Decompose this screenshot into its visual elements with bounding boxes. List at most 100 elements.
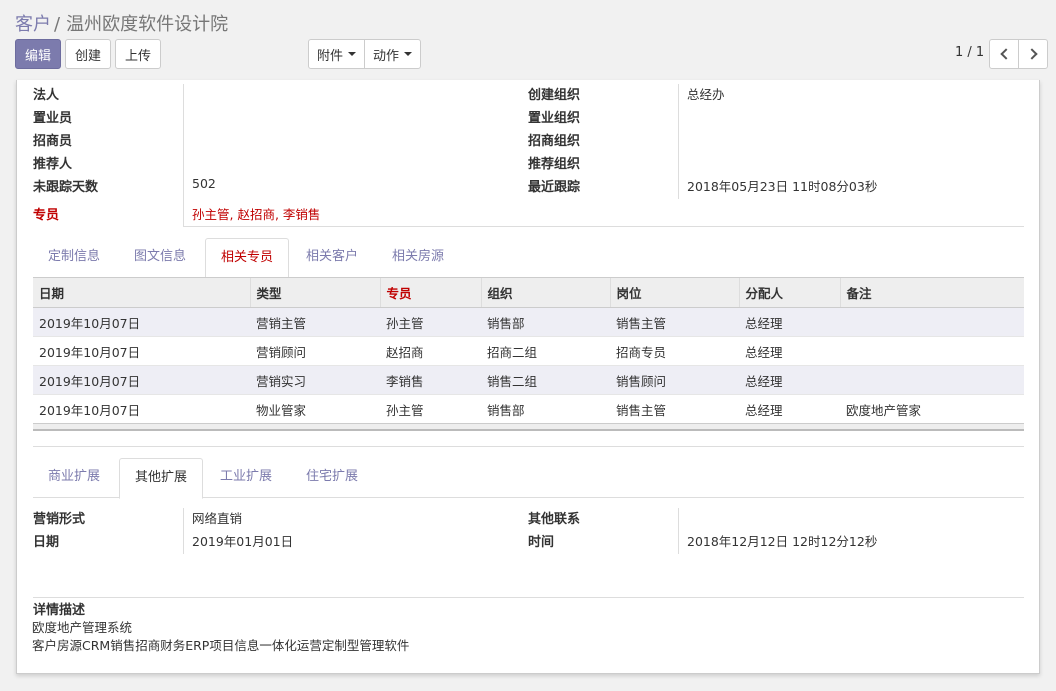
tab-related-customers[interactable]: 相关客户 — [291, 238, 373, 278]
form-sheet: 法人 置业员 招商员 推荐人 未跟踪天数 502 创建组织 总经办 置业组织 招… — [16, 80, 1040, 674]
pager-next-button[interactable] — [1018, 39, 1048, 69]
tab-custom-info[interactable]: 定制信息 — [33, 238, 115, 278]
table-cell — [840, 336, 1024, 366]
caret-down-icon — [348, 52, 356, 56]
pager-previous-button[interactable] — [989, 39, 1019, 69]
table-cell: 营销实习 — [250, 365, 380, 395]
field-label-date: 日期 — [33, 535, 60, 550]
field-label-create-org: 创建组织 — [528, 88, 581, 103]
column-header-organization[interactable]: 组织 — [480, 277, 610, 308]
field-label-last-tracked: 最近跟踪 — [528, 180, 581, 195]
table-cell — [840, 307, 1024, 337]
field-value-marketing-form: 网络直销 — [192, 511, 243, 526]
table-cell: 销售主管 — [610, 307, 739, 337]
table-cell: 总经理 — [739, 307, 840, 337]
table-cell: 总经理 — [739, 336, 840, 366]
table-cell: 物业管家 — [250, 394, 380, 424]
field-divider — [183, 84, 184, 199]
field-value-last-tracked: 2018年05月23日 11时08分03秒 — [687, 179, 878, 194]
column-header-type[interactable]: 类型 — [249, 277, 380, 308]
tab-other-extension[interactable]: 其他扩展 — [119, 458, 204, 499]
field-label-sales-agent: 置业员 — [33, 111, 73, 126]
table-cell: 总经理 — [739, 365, 840, 395]
tabs-related: 定制信息 图文信息 相关专员 相关客户 相关房源 — [33, 238, 1024, 279]
field-divider — [183, 508, 184, 554]
action-dropdown[interactable]: 动作 — [364, 39, 421, 69]
field-divider — [678, 508, 679, 554]
table-cell: 孙主管 — [380, 307, 481, 337]
column-header-assigner[interactable]: 分配人 — [738, 277, 840, 308]
tab-residential-extension[interactable]: 住宅扩展 — [291, 458, 373, 498]
table-cell: 招商二组 — [481, 336, 610, 366]
table-row[interactable]: 2019年10月07日 物业管家 孙主管 销售部 销售主管 总经理 欧度地产管家 — [33, 394, 1024, 424]
tab-media-info[interactable]: 图文信息 — [119, 238, 201, 278]
tabs-extension: 商业扩展 其他扩展 工业扩展 住宅扩展 — [33, 458, 1024, 499]
field-value-specialist: 孙主管, 赵招商, 李销售 — [192, 207, 321, 222]
field-divider — [183, 226, 1024, 227]
table-cell: 2019年10月07日 — [33, 394, 250, 424]
field-divider — [678, 84, 679, 199]
table-cell: 营销顾问 — [250, 336, 380, 366]
field-value-create-org: 总经办 — [687, 87, 725, 102]
table-cell: 赵招商 — [380, 336, 481, 366]
breadcrumb: 客户 / 温州欧度软件设计院 — [15, 10, 228, 36]
caret-down-icon — [404, 52, 412, 56]
table-cell: 2019年10月07日 — [33, 336, 250, 366]
table-cell: 招商专员 — [610, 336, 739, 366]
column-header-date[interactable]: 日期 — [33, 277, 250, 308]
create-button[interactable]: 创建 — [65, 39, 111, 69]
column-header-specialist[interactable]: 专员 — [379, 277, 481, 308]
field-label-referrer: 推荐人 — [33, 157, 73, 172]
control-panel: 客户 / 温州欧度软件设计院 编辑 创建 上传 附件 动作 1 / 1 — [0, 0, 1056, 80]
table-cell: 销售顾问 — [610, 365, 739, 395]
table-row[interactable]: 2019年10月07日 营销实习 李销售 销售二组 销售顾问 总经理 — [33, 365, 1024, 395]
attachment-dropdown[interactable]: 附件 — [308, 39, 365, 69]
field-label-leasing-org: 招商组织 — [528, 134, 581, 149]
table-cell: 2019年10月07日 — [33, 307, 250, 337]
tab-industrial-extension[interactable]: 工业扩展 — [205, 458, 287, 498]
tab-commercial-extension[interactable]: 商业扩展 — [33, 458, 115, 498]
field-label-sales-org: 置业组织 — [528, 111, 581, 126]
tab-related-specialists[interactable]: 相关专员 — [205, 238, 290, 279]
field-label-marketing-form: 营销形式 — [33, 512, 86, 527]
detail-description-line: 欧度地产管理系统 — [32, 620, 133, 635]
breadcrumb-current: 温州欧度软件设计院 — [66, 14, 229, 35]
column-header-position[interactable]: 岗位 — [609, 277, 739, 308]
upload-button[interactable]: 上传 — [115, 39, 161, 69]
edit-button[interactable]: 编辑 — [15, 39, 61, 69]
chevron-right-icon — [1025, 48, 1038, 60]
table-row[interactable]: 2019年10月07日 营销顾问 赵招商 招商二组 招商专员 总经理 — [33, 336, 1024, 366]
field-label-other-contact: 其他联系 — [528, 512, 581, 527]
field-label-leasing-agent: 招商员 — [33, 134, 73, 149]
field-value-date: 2019年01月01日 — [192, 534, 294, 549]
field-label-referral-org: 推荐组织 — [528, 157, 581, 172]
table-cell: 2019年10月07日 — [33, 365, 250, 395]
table-row[interactable]: 2019年10月07日 营销主管 孙主管 销售部 销售主管 总经理 — [33, 307, 1024, 337]
action-label: 动作 — [372, 48, 399, 64]
field-label-legal-person: 法人 — [33, 88, 60, 103]
specialists-table: 日期 类型 专员 组织 岗位 分配人 备注 2019年10月07日 营销主管 孙… — [33, 277, 1024, 424]
field-value-untracked-days: 502 — [192, 176, 216, 191]
attachment-label: 附件 — [316, 48, 343, 64]
breadcrumb-parent-link[interactable]: 客户 — [15, 14, 51, 35]
table-cell: 销售主管 — [610, 394, 739, 424]
table-cell: 孙主管 — [380, 394, 481, 424]
column-header-notes[interactable]: 备注 — [839, 277, 1024, 308]
table-cell: 欧度地产管家 — [840, 394, 1024, 424]
breadcrumb-separator: / — [54, 14, 61, 35]
table-cell: 营销主管 — [250, 307, 380, 337]
pager-value[interactable]: 1 / 1 — [955, 45, 984, 60]
chevron-left-icon — [999, 48, 1012, 60]
table-cell: 总经理 — [739, 394, 840, 424]
table-cell: 销售部 — [481, 307, 610, 337]
detail-description-line: 客户房源CRM销售招商财务ERP项目信息一体化运营定制型管理软件 — [32, 638, 410, 653]
section-divider — [33, 597, 1024, 598]
field-label-time: 时间 — [528, 535, 555, 550]
table-cell: 销售二组 — [481, 365, 610, 395]
table-cell — [840, 365, 1024, 395]
tab-related-properties[interactable]: 相关房源 — [377, 238, 459, 278]
table-cell: 销售部 — [481, 394, 610, 424]
table-cell: 李销售 — [380, 365, 481, 395]
table-header-row: 日期 类型 专员 组织 岗位 分配人 备注 — [33, 277, 1024, 308]
field-value-time: 2018年12月12日 12时12分12秒 — [687, 534, 878, 549]
